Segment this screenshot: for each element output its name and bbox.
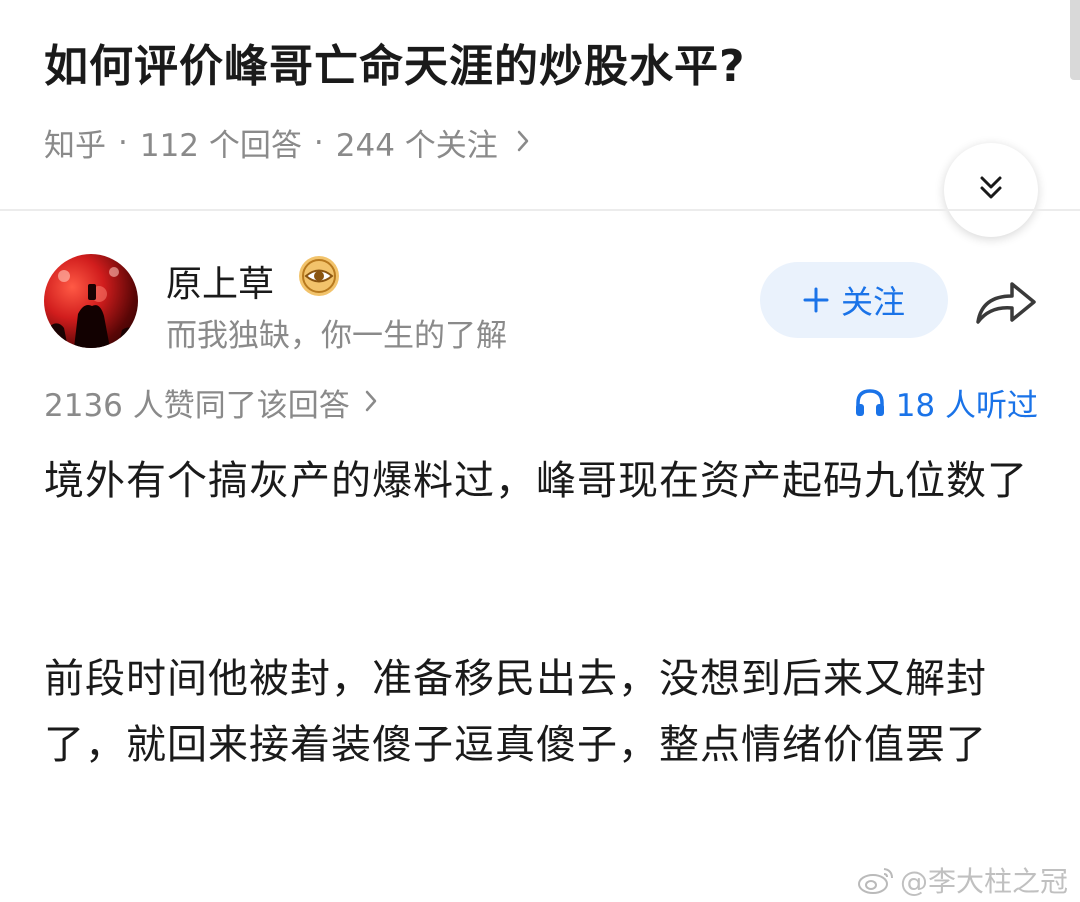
listen-count: 18 人听过 <box>895 388 1038 424</box>
follow-label: 关注 <box>840 283 905 321</box>
avatar[interactable] <box>44 254 138 348</box>
double-chevron-down-icon <box>976 173 1006 207</box>
likes-link[interactable]: 2136 人赞同了该回答 <box>44 380 378 425</box>
answer-paragraph: 前段时间他被封，准备移民出去，没想到后来又解封了，就回来接着装傻子逗真傻子，整点… <box>44 656 987 768</box>
share-button[interactable] <box>974 276 1038 328</box>
source-label: 知乎 <box>44 128 106 164</box>
share-icon <box>974 282 1038 332</box>
answer-paragraph: 境外有个搞灰产的爆料过，峰哥现在资产起码九位数了 <box>44 458 1028 504</box>
separator-dot: · <box>313 124 324 161</box>
chevron-right-icon <box>364 385 378 421</box>
answer-count: 112 个回答 <box>139 128 302 164</box>
divider <box>0 209 1080 211</box>
weibo-icon <box>857 868 893 894</box>
question-title[interactable]: 如何评价峰哥亡命天涯的炒股水平? <box>44 30 746 94</box>
separator-dot: · <box>118 124 128 161</box>
listen-link[interactable]: 18 人听过 <box>854 380 1038 425</box>
author-bio: 而我独缺，你一生的了解 <box>166 318 507 354</box>
author-name[interactable]: 原上草 <box>166 255 274 307</box>
headphones-icon <box>855 388 884 416</box>
collapse-button[interactable] <box>944 143 1038 237</box>
plus-icon <box>803 281 829 319</box>
chevron-right-icon <box>516 125 530 161</box>
watermark: @李大柱之冠 <box>856 860 1068 900</box>
scrollbar[interactable] <box>1070 0 1080 80</box>
question-meta[interactable]: 知乎 · 112 个回答 · 244 个关注 <box>44 120 530 165</box>
follower-count: 244 个关注 <box>335 128 498 164</box>
verified-badge-icon <box>297 254 341 298</box>
watermark-text: @李大柱之冠 <box>899 865 1068 898</box>
likes-count: 2136 人赞同了该回答 <box>44 388 350 424</box>
follow-button[interactable]: 关注 <box>760 262 948 338</box>
